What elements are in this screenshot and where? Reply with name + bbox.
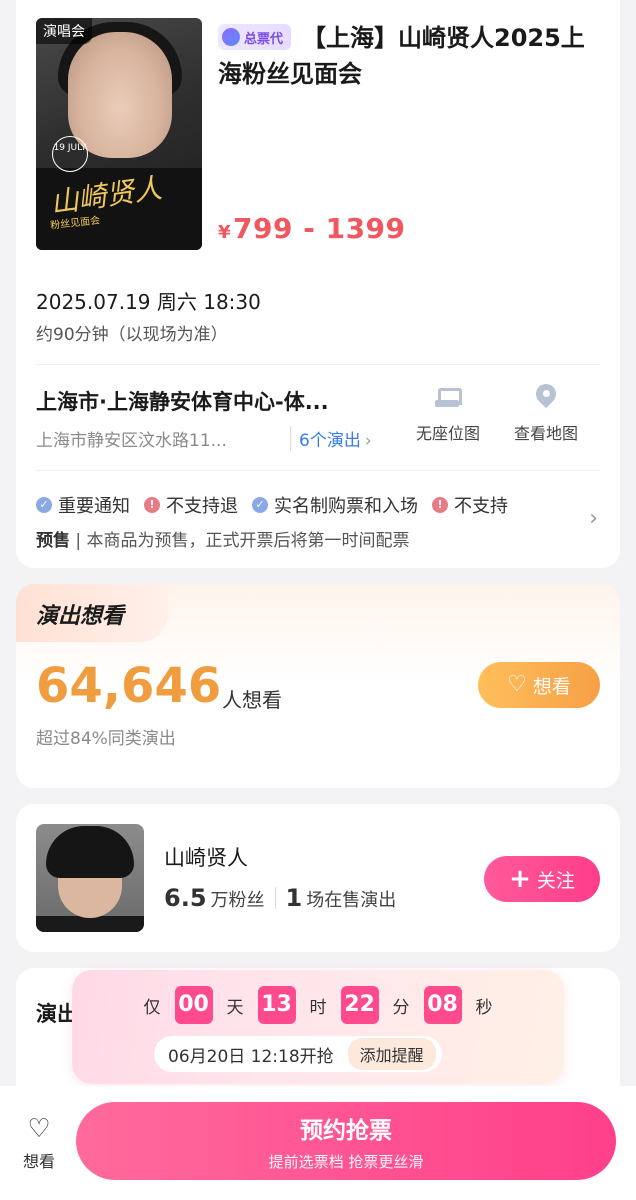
sale-start-text: 06月20日 12:18开抢 [168, 1046, 334, 1067]
shows-on-sale-unit: 场在售演出 [306, 890, 397, 911]
heart-plus-icon: ♡ [27, 1114, 51, 1144]
sale-start-bar: 06月20日 12:18开抢 添加提醒 [154, 1036, 442, 1072]
category-tag: 演唱会 [36, 18, 92, 44]
divider [36, 470, 600, 471]
seat-map-button[interactable]: 无座位图 [402, 384, 494, 444]
want-unit: 人想看 [222, 688, 282, 712]
presale-note: 预售 | 本商品为预售，正式开票后将第一时间配票 [36, 531, 410, 551]
reserve-button-label: 预约抢票 [300, 1117, 392, 1144]
artist-card[interactable]: 山崎贤人 6.5 万粉丝 1 场在售演出 + 关注 [16, 804, 620, 952]
countdown-minutes-unit: 分 [392, 997, 410, 1018]
agency-icon [222, 28, 240, 46]
map-pin-icon [533, 384, 559, 410]
presale-text: 本商品为预售，正式开票后将第一时间配票 [86, 531, 410, 551]
countdown-prefix: 仅 [143, 997, 161, 1018]
venue-address[interactable]: 上海市静安区汶水路11... [36, 426, 276, 451]
fans-count: 6.5 [164, 884, 207, 912]
notice-item: ! 不支持 [432, 492, 508, 518]
chevron-right-icon[interactable]: › [589, 506, 598, 531]
countdown-minutes: 22 [340, 986, 379, 1024]
countdown-days: 00 [174, 986, 213, 1024]
plus-icon: + [509, 864, 531, 894]
fans-unit: 万粉丝 [210, 890, 265, 911]
want-shortcut-label: 想看 [22, 1152, 55, 1171]
divider [36, 364, 600, 365]
price-value: 799 - 1399 [233, 212, 406, 245]
countdown-timer: 仅 00 天 13 时 22 分 08 秒 [72, 986, 564, 1024]
notice-item: ✓ 实名制购票和入场 [252, 492, 418, 518]
countdown-seconds-unit: 秒 [475, 997, 493, 1018]
notice-item: ! 不支持退 [144, 492, 238, 518]
event-poster[interactable]: 演唱会 19 JULY 山崎贤人 粉丝见面会 [36, 18, 202, 250]
artist-stats: 6.5 万粉丝 1 场在售演出 [164, 884, 396, 912]
countdown-days-unit: 天 [226, 997, 244, 1018]
want-button-label: 想看 [532, 675, 571, 698]
poster-date-badge: 19 JULY [52, 136, 88, 172]
agency-badge-label: 总票代 [244, 31, 284, 47]
heart-plus-icon: ♡ [507, 672, 527, 697]
notice-list[interactable]: ✓ 重要通知 ! 不支持退 ✓ 实名制购票和入场 ! 不支持 [36, 492, 576, 518]
event-datetime: 2025.07.19 周六 18:30 [36, 290, 261, 314]
chevron-right-icon: › [364, 431, 372, 451]
check-icon: ✓ [252, 497, 268, 513]
want-tab-label: 演出想看 [36, 604, 125, 629]
bottom-action-bar: ♡ 想看 预约抢票 提前选票档 抢票更丝滑 [0, 1086, 636, 1200]
reserve-button-sublabel: 提前选票档 抢票更丝滑 [268, 1152, 424, 1171]
add-reminder-button[interactable]: 添加提醒 [347, 1038, 436, 1070]
view-map-button[interactable]: 查看地图 [500, 384, 592, 444]
want-to-see-card: 演出想看 64,646 人想看 超过84%同类演出 ♡ 想看 [16, 584, 620, 788]
reserve-ticket-button[interactable]: 预约抢票 提前选票档 抢票更丝滑 [76, 1102, 616, 1180]
want-button[interactable]: ♡ 想看 [478, 662, 600, 708]
event-info-card: 演唱会 19 JULY 山崎贤人 粉丝见面会 【上海】山崎贤人2025上海粉丝见… [16, 0, 620, 568]
price-range: ¥799 - 1399 [218, 212, 406, 245]
artist-avatar[interactable] [36, 824, 144, 932]
shows-count-link[interactable]: 6个演出 › [290, 426, 372, 451]
notice-item: ✓ 重要通知 [36, 492, 130, 518]
want-count: 64,646 [36, 658, 222, 714]
presale-label: 预售 [36, 531, 70, 551]
follow-button[interactable]: + 关注 [484, 856, 600, 902]
follow-label: 关注 [536, 869, 575, 892]
countdown-seconds: 08 [423, 986, 462, 1024]
seat-map-icon [435, 384, 462, 410]
want-shortcut[interactable]: ♡ 想看 [14, 1116, 64, 1172]
venue-name[interactable]: 上海市·上海静安体育中心-体... [36, 386, 396, 416]
agency-badge: 总票代 [218, 24, 292, 50]
price-symbol: ¥ [218, 222, 232, 243]
warning-icon: ! [432, 497, 448, 513]
divider [274, 887, 276, 909]
shows-count-label: 6个演出 [299, 431, 361, 451]
want-tab: 演出想看 [16, 584, 168, 642]
want-percentile: 超过84%同类演出 [36, 729, 176, 749]
warning-icon: ! [144, 497, 160, 513]
artist-name[interactable]: 山崎贤人 [164, 842, 248, 872]
countdown-hours-unit: 时 [309, 997, 327, 1018]
check-icon: ✓ [36, 497, 52, 513]
countdown-panel: 仅 00 天 13 时 22 分 08 秒 06月20日 12:18开抢 添加提… [72, 970, 564, 1084]
countdown-hours: 13 [257, 986, 296, 1024]
shows-on-sale-count: 1 [285, 884, 303, 912]
seat-map-label: 无座位图 [415, 424, 480, 443]
event-duration: 约90分钟（以现场为准） [36, 325, 228, 345]
view-map-label: 查看地图 [513, 424, 578, 443]
